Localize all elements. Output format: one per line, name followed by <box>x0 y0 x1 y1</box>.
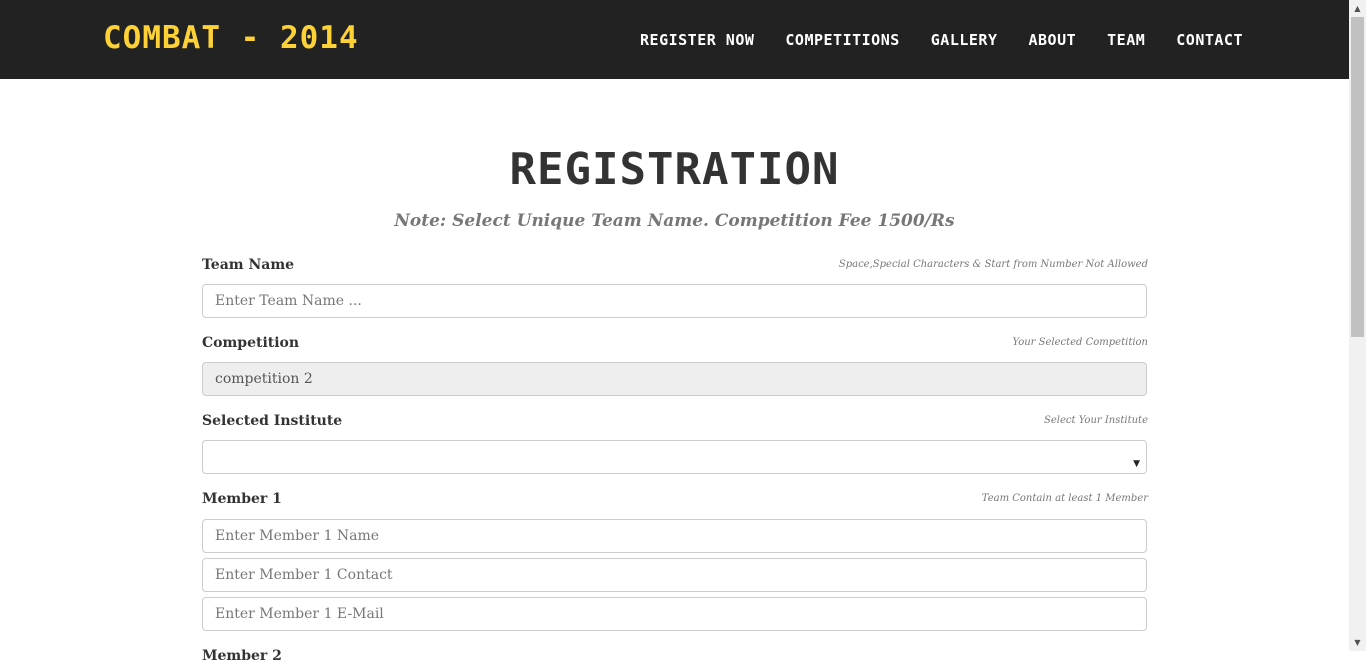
member1-contact-input[interactable] <box>202 558 1147 592</box>
member1-hint: Team Contain at least 1 Member <box>981 493 1148 504</box>
nav-item: CONTACT <box>1176 30 1243 49</box>
competition-label-row: Competition Your Selected Competition <box>202 333 1148 353</box>
page-title: REGISTRATION <box>509 144 840 195</box>
institute-select[interactable]: ▼ <box>202 440 1147 474</box>
scroll-thumb[interactable] <box>1351 17 1364 337</box>
member1-label-row: Member 1 Team Contain at least 1 Member <box>202 489 1148 509</box>
page-note: Note: Select Unique Team Name. Competiti… <box>394 211 955 231</box>
institute-hint: Select Your Institute <box>1044 415 1148 426</box>
member2-label: Member 2 <box>202 648 282 664</box>
nav-item: TEAM <box>1107 30 1145 49</box>
nav-link-about[interactable]: ABOUT <box>1029 31 1077 49</box>
team-name-input[interactable] <box>202 284 1147 318</box>
nav-link-register-now[interactable]: REGISTER NOW <box>640 31 754 49</box>
nav-item: GALLERY <box>931 30 998 49</box>
competition-field <box>202 362 1147 396</box>
member1-email-input[interactable] <box>202 597 1147 631</box>
caret-down-icon: ▼ <box>1133 459 1140 469</box>
page-scrollbar[interactable]: ▲ ▼ <box>1349 0 1366 651</box>
nav-link-competitions[interactable]: COMPETITIONS <box>785 31 899 49</box>
scroll-down-arrow-icon[interactable]: ▼ <box>1349 634 1366 651</box>
competition-label: Competition <box>202 335 300 351</box>
nav-menu: REGISTER NOW COMPETITIONS GALLERY ABOUT … <box>640 30 1243 49</box>
team-name-label: Team Name <box>202 257 295 273</box>
nav-item: REGISTER NOW <box>640 30 754 49</box>
nav-link-gallery[interactable]: GALLERY <box>931 31 998 49</box>
scroll-up-arrow-icon[interactable]: ▲ <box>1349 0 1366 17</box>
nav-item: COMPETITIONS <box>785 30 899 49</box>
nav-link-team[interactable]: TEAM <box>1107 31 1145 49</box>
nav-item: ABOUT <box>1029 30 1077 49</box>
institute-label: Selected Institute <box>202 413 343 429</box>
competition-hint: Your Selected Competition <box>1012 337 1148 348</box>
member1-label: Member 1 <box>202 491 282 507</box>
navbar: COMBAT - 2014 REGISTER NOW COMPETITIONS … <box>0 0 1349 79</box>
brand-logo-link[interactable]: COMBAT - 2014 <box>103 20 359 56</box>
team-name-label-row: Team Name Space,Special Characters & Sta… <box>202 255 1148 275</box>
nav-link-contact[interactable]: CONTACT <box>1176 31 1243 49</box>
member1-name-input[interactable] <box>202 519 1147 553</box>
institute-label-row: Selected Institute Select Your Institute <box>202 411 1148 431</box>
team-name-hint: Space,Special Characters & Start from Nu… <box>838 259 1148 270</box>
